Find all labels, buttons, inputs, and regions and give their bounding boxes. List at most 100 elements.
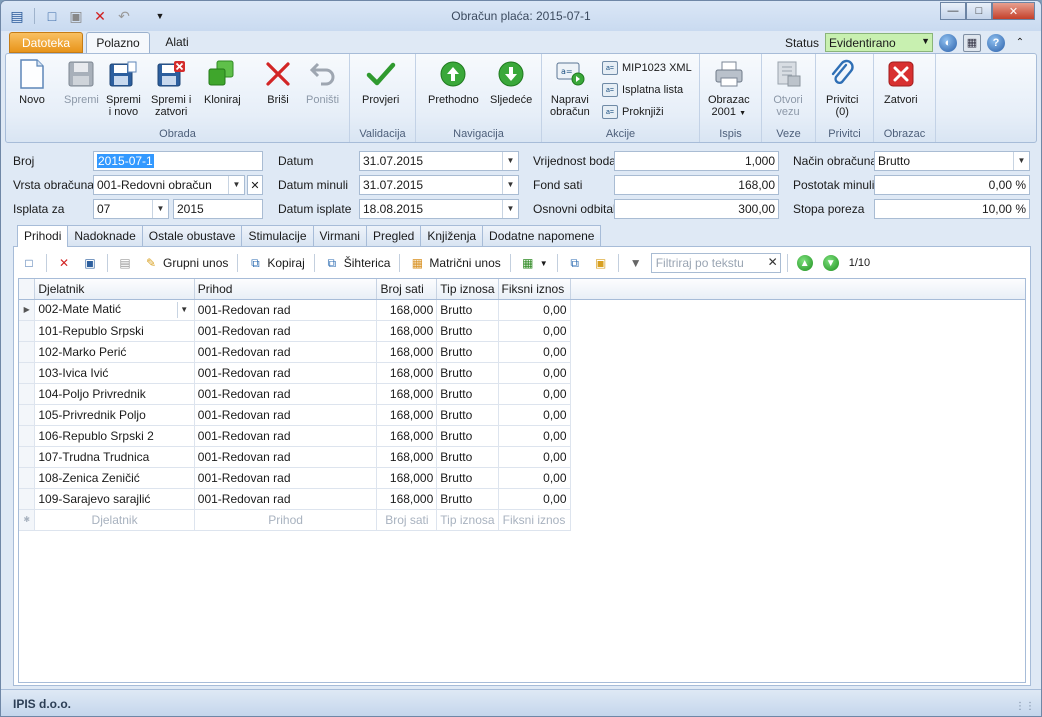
add-row-button[interactable]: □ <box>18 252 40 274</box>
row-indicator[interactable] <box>19 383 36 405</box>
cell-prihod[interactable]: 001-Redovan rad <box>194 320 378 342</box>
column-header-fiksni-iznos[interactable]: Fiksni iznos <box>498 279 571 300</box>
cell-tip-iznosa[interactable]: Brutto <box>436 404 499 426</box>
status-select[interactable]: Evidentirano ▼ <box>825 33 933 52</box>
cell-broj-sati[interactable]: 168,000 <box>376 425 438 447</box>
tab-alati[interactable]: Alati <box>156 32 198 53</box>
cell-broj-sati[interactable]: 168,000 <box>376 383 438 405</box>
cell-djelatnik[interactable]: 109-Sarajevo sarajlić <box>34 488 195 510</box>
column-header-prihod[interactable]: Prihod <box>194 279 378 300</box>
tab-pregled[interactable]: Pregled <box>365 225 422 246</box>
cell-tip-iznosa[interactable]: Brutto <box>436 467 499 489</box>
prev-record-button[interactable]: ▲ <box>794 252 816 274</box>
matricni-unos-button[interactable]: ▦ Matrični unos <box>406 252 503 274</box>
tab-ostale-obustave[interactable]: Ostale obustave <box>141 225 243 246</box>
postotak-minuli-field[interactable]: 0,00 % <box>874 175 1030 195</box>
provjeri-button[interactable]: Provjeri <box>362 58 399 106</box>
current-row-indicator-icon[interactable]: ▶ <box>19 299 36 321</box>
minimize-button[interactable]: — <box>940 2 966 20</box>
chevron-down-icon[interactable]: ▼ <box>502 176 518 194</box>
next-record-button[interactable]: ▼ <box>820 252 842 274</box>
cell-tip-iznosa[interactable]: Brutto <box>436 320 499 342</box>
tab-knjizenja[interactable]: Knjiženja <box>420 225 484 246</box>
cell-prihod[interactable]: 001-Redovan rad <box>194 425 378 447</box>
privitci-button[interactable]: Privitci (0) <box>826 58 858 118</box>
grupni-unos-button[interactable]: ✎ Grupni unos <box>140 252 231 274</box>
cell-fiksni-iznos[interactable]: 0,00 <box>498 404 571 426</box>
cell-tip-iznosa[interactable]: Brutto <box>436 446 499 468</box>
chevron-down-icon[interactable]: ▼ <box>152 200 168 218</box>
table-row[interactable]: 101-Republo Srpski 001-Redovan rad 168,000… <box>19 320 1025 342</box>
tab-nadoknade[interactable]: Nadoknade <box>67 225 143 246</box>
cell-broj-sati[interactable]: 168,000 <box>376 299 438 321</box>
cell-prihod[interactable]: 001-Redovan rad <box>194 467 378 489</box>
proknjizi-button[interactable]: a= Proknjiži <box>602 105 664 119</box>
table-row[interactable]: 104-Poljo Privrednik 001-Redovan rad 168,0… <box>19 383 1025 405</box>
new-cell-prihod[interactable]: Prihod <box>194 509 378 531</box>
chevron-down-icon[interactable]: ▼ <box>1013 152 1029 170</box>
row-indicator[interactable] <box>19 488 36 510</box>
cell-djelatnik[interactable]: 107-Trudna Trudnica <box>34 446 195 468</box>
kloniraj-button[interactable]: Kloniraj <box>204 58 241 106</box>
new-cell-broj-sati[interactable]: Broj sati <box>376 509 438 531</box>
nacin-obracuna-select[interactable]: Brutto ▼ <box>874 151 1030 171</box>
kopiraj-button[interactable]: ⧉ Kopiraj <box>244 252 307 274</box>
ponisti-button[interactable]: Poništi <box>306 58 339 106</box>
datum-field[interactable]: 31.07.2015 ▼ <box>359 151 519 171</box>
spremi-button[interactable]: Spremi <box>64 58 99 106</box>
cell-djelatnik[interactable]: 102-Marko Perić <box>34 341 195 363</box>
clear-filter-icon[interactable]: ✕ <box>768 255 778 269</box>
cell-fiksni-iznos[interactable]: 0,00 <box>498 467 571 489</box>
row-indicator[interactable] <box>19 320 36 342</box>
table-row[interactable]: ▶ 002-Mate Matić ▼ 001-Redovan rad 168,000 Br… <box>19 299 1025 321</box>
cell-broj-sati[interactable]: 168,000 <box>376 467 438 489</box>
new-row[interactable]: ✱ Djelatnik Prihod Broj sati Tip iznosa Fiksn… <box>19 509 1025 531</box>
cell-prihod[interactable]: 001-Redovan rad <box>194 488 378 510</box>
chevron-down-icon[interactable]: ▼ <box>176 301 191 318</box>
fond-sati-field[interactable]: 168,00 <box>614 175 779 195</box>
cell-broj-sati[interactable]: 168,000 <box>376 320 438 342</box>
cell-djelatnik[interactable]: 105-Privrednik Poljo <box>34 404 195 426</box>
cell-djelatnik[interactable]: 103-Ivica Ivić <box>34 362 195 384</box>
obrazac-2001-button[interactable]: Obrazac 2001 ▼ <box>708 58 750 120</box>
otvori-vezu-button[interactable]: Otvori vezu <box>772 58 804 118</box>
cell-fiksni-iznos[interactable]: 0,00 <box>498 362 571 384</box>
cell-fiksni-iznos[interactable]: 0,00 <box>498 299 571 321</box>
cell-broj-sati[interactable]: 168,000 <box>376 446 438 468</box>
maximize-button[interactable]: □ <box>966 2 992 20</box>
cell-fiksni-iznos[interactable]: 0,00 <box>498 320 571 342</box>
prethodno-button[interactable]: Prethodno <box>428 58 479 106</box>
row-indicator[interactable] <box>19 404 36 426</box>
new-cell-tip-iznosa[interactable]: Tip iznosa <box>436 509 499 531</box>
row-indicator[interactable] <box>19 362 36 384</box>
sihterica-button[interactable]: ⧉ Šihterica <box>321 252 394 274</box>
vrsta-obracuna-select[interactable]: 001-Redovni obračun ▼ <box>93 175 245 195</box>
table-row[interactable]: 106-Republo Srpski 2 001-Redovan rad 168,0… <box>19 425 1025 447</box>
napravi-obracun-button[interactable]: a= Napravi obračun <box>550 58 590 118</box>
tab-polazno[interactable]: Polazno <box>86 32 150 53</box>
zatvori-button[interactable]: Zatvori <box>884 58 918 106</box>
cell-fiksni-iznos[interactable]: 0,00 <box>498 446 571 468</box>
new-cell-fiksni-iznos[interactable]: Fiksni iznos <box>498 509 571 531</box>
row-indicator[interactable] <box>19 446 36 468</box>
cell-broj-sati[interactable]: 168,000 <box>376 404 438 426</box>
cell-prihod[interactable]: 001-Redovan rad <box>194 341 378 363</box>
vrijednost-boda-field[interactable]: 1,000 <box>614 151 779 171</box>
chevron-down-icon[interactable]: ▼ <box>502 200 518 218</box>
chevron-down-icon[interactable]: ▼ <box>502 152 518 170</box>
cell-prihod[interactable]: 001-Redovan rad <box>194 383 378 405</box>
tab-stimulacije[interactable]: Stimulacije <box>241 225 314 246</box>
spremi-i-novo-button[interactable]: Spremi i novo <box>106 58 141 118</box>
novo-button[interactable]: Novo <box>16 58 48 106</box>
row-indicator[interactable] <box>19 467 36 489</box>
cell-broj-sati[interactable]: 168,000 <box>376 341 438 363</box>
cell-fiksni-iznos[interactable]: 0,00 <box>498 425 571 447</box>
isplata-month-select[interactable]: 07 ▼ <box>93 199 169 219</box>
cell-broj-sati[interactable]: 168,000 <box>376 488 438 510</box>
table-row[interactable]: 108-Zenica Zeničić 001-Redovan rad 168,000… <box>19 467 1025 489</box>
tab-datoteka[interactable]: Datoteka <box>9 32 83 53</box>
table-row[interactable]: 107-Trudna Trudnica 001-Redovan rad 168,00… <box>19 446 1025 468</box>
close-window-button[interactable]: ✕ <box>992 2 1035 20</box>
isplatna-lista-button[interactable]: a= Isplatna lista <box>602 83 683 97</box>
tab-dodatne-napomene[interactable]: Dodatne napomene <box>482 225 602 246</box>
